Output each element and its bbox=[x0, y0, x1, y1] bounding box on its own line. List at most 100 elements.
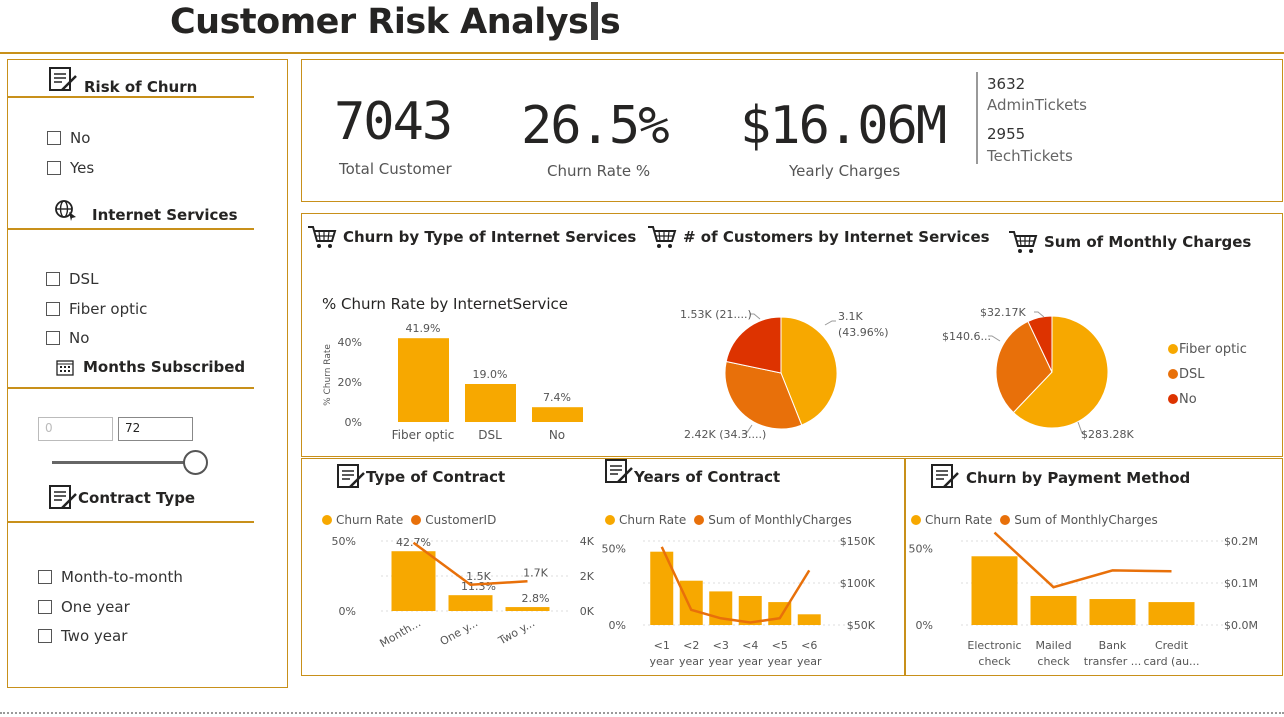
visual-title: # of Customers by Internet Services bbox=[683, 228, 990, 246]
customers-internet-header: # of Customers by Internet Services bbox=[647, 224, 990, 250]
x-tick-label: DSL bbox=[478, 428, 502, 442]
x-tick-label: year bbox=[708, 655, 733, 668]
form-icon bbox=[605, 459, 633, 483]
checkbox[interactable] bbox=[38, 570, 52, 584]
y-tick-label: $150K bbox=[840, 535, 876, 548]
x-tick-label: year bbox=[767, 655, 792, 668]
option-label: One year bbox=[61, 598, 130, 616]
y-tick-label: 40% bbox=[338, 336, 362, 349]
internet-slicer-header: Internet Services bbox=[54, 196, 238, 224]
x-tick-label: <2 bbox=[683, 639, 699, 652]
contract-option-month[interactable]: Month-to-month bbox=[38, 568, 183, 586]
x-tick-label: check bbox=[1037, 655, 1070, 668]
contract-option-one[interactable]: One year bbox=[38, 598, 130, 616]
internet-option-no[interactable]: No bbox=[46, 329, 89, 347]
divider bbox=[7, 387, 254, 389]
checkbox[interactable] bbox=[38, 629, 52, 643]
visual-title: Churn by Type of Internet Services bbox=[343, 228, 637, 246]
x-tick-label: card (au... bbox=[1143, 655, 1199, 668]
payment-legend: Churn Rate Sum of MonthlyCharges bbox=[911, 513, 1158, 527]
x-tick-label: One y... bbox=[438, 616, 480, 648]
checkbox[interactable] bbox=[46, 331, 60, 345]
bar bbox=[391, 551, 436, 611]
checkbox[interactable] bbox=[46, 272, 60, 286]
slice-label: 1.53K (21....) bbox=[680, 308, 752, 321]
data-label: 7.4% bbox=[543, 391, 571, 404]
slice-label: $283.28K bbox=[1081, 428, 1134, 441]
footer-rule bbox=[0, 712, 1284, 714]
form-icon bbox=[931, 464, 959, 488]
tech-tickets-label: TechTickets bbox=[987, 147, 1073, 165]
x-tick-label: year bbox=[679, 655, 704, 668]
legend-dot bbox=[1168, 369, 1178, 379]
calendar-icon bbox=[56, 360, 74, 376]
months-slider-track[interactable] bbox=[52, 461, 194, 464]
risk-option-yes[interactable]: Yes bbox=[47, 159, 94, 177]
risk-option-no[interactable]: No bbox=[47, 129, 90, 147]
bar bbox=[1030, 595, 1077, 625]
header-rule bbox=[0, 52, 1284, 54]
visual-title: Churn by Payment Method bbox=[966, 469, 1191, 487]
x-tick-label: Month... bbox=[378, 616, 423, 650]
admin-tickets-value: 3632 bbox=[987, 75, 1026, 93]
churn-internet-header: Churn by Type of Internet Services bbox=[307, 224, 636, 250]
x-tick-label: Two y... bbox=[495, 616, 537, 648]
option-label: DSL bbox=[69, 270, 99, 288]
x-tick-label: <6 bbox=[801, 639, 817, 652]
internet-option-fiber[interactable]: Fiber optic bbox=[46, 300, 147, 318]
leader-line bbox=[1034, 311, 1045, 318]
years-contract-chart: 0% 50% $50K $100K $150K <1 year <2 year <3 year <4 y… bbox=[602, 535, 876, 668]
bar bbox=[971, 556, 1018, 625]
x-tick-label: transfer ... bbox=[1084, 655, 1141, 668]
months-min-input[interactable]: 0 bbox=[38, 417, 113, 441]
legend-dot bbox=[411, 515, 422, 525]
payment-chart: 0% 50% $0.0M $0.1M $0.2M Electronic check Maile… bbox=[909, 531, 1258, 668]
visual-title: Sum of Monthly Charges bbox=[1044, 233, 1252, 251]
yearly-charges-value: $16.06M bbox=[740, 96, 947, 156]
legend-label: Fiber optic bbox=[1179, 342, 1247, 357]
visual-title: Years of Contract bbox=[634, 468, 781, 486]
checkbox[interactable] bbox=[47, 131, 61, 145]
x-tick-label: Mailed bbox=[1035, 639, 1071, 652]
bar bbox=[1148, 602, 1195, 625]
option-label: Month-to-month bbox=[61, 568, 183, 586]
x-tick-label: Fiber optic bbox=[392, 428, 455, 442]
divider bbox=[7, 96, 254, 98]
months-max-input[interactable]: 72 bbox=[118, 417, 193, 441]
x-tick-label: year bbox=[797, 655, 822, 668]
slice-label: $32.17K bbox=[980, 306, 1026, 319]
bar bbox=[1089, 599, 1136, 625]
months-slider-handle[interactable] bbox=[183, 450, 208, 475]
legend-label: Churn Rate bbox=[925, 513, 993, 527]
x-tick-label: Credit bbox=[1155, 639, 1189, 652]
legend-dot bbox=[322, 515, 332, 525]
y-tick-label: $0.1M bbox=[1224, 577, 1258, 590]
slice-label: 3.1K bbox=[838, 310, 863, 323]
x-tick-label: year bbox=[738, 655, 763, 668]
churn-internet-subtitle: % Churn Rate by InternetService bbox=[322, 295, 569, 313]
y-tick-label: 50% bbox=[602, 543, 626, 556]
x-tick-label: check bbox=[978, 655, 1011, 668]
x-tick-label: <3 bbox=[713, 639, 729, 652]
risk-slicer-title: Risk of Churn bbox=[84, 78, 198, 96]
internet-option-dsl[interactable]: DSL bbox=[46, 270, 98, 288]
x-tick-label: Bank bbox=[1099, 639, 1127, 652]
checkbox[interactable] bbox=[38, 600, 52, 614]
y-tick-label: 0% bbox=[345, 416, 362, 429]
bar bbox=[465, 384, 516, 422]
form-icon bbox=[49, 67, 77, 91]
y-tick-label: 0% bbox=[339, 605, 356, 618]
slice-label: $140.6... bbox=[942, 330, 991, 343]
risk-slicer-header: Risk of Churn bbox=[48, 64, 197, 96]
checkbox[interactable] bbox=[47, 161, 61, 175]
total-customer-value: 7043 bbox=[334, 92, 453, 152]
data-label: 19.0% bbox=[473, 368, 508, 381]
data-label: 1.5K bbox=[466, 570, 491, 583]
contract-option-two[interactable]: Two year bbox=[38, 627, 127, 645]
checkbox[interactable] bbox=[46, 302, 60, 316]
bar bbox=[679, 580, 703, 625]
legend-label: Churn Rate bbox=[619, 513, 687, 527]
globe-icon bbox=[55, 200, 76, 221]
legend-dot bbox=[1000, 515, 1011, 525]
contract-slicer-header: Contract Type bbox=[48, 484, 195, 512]
